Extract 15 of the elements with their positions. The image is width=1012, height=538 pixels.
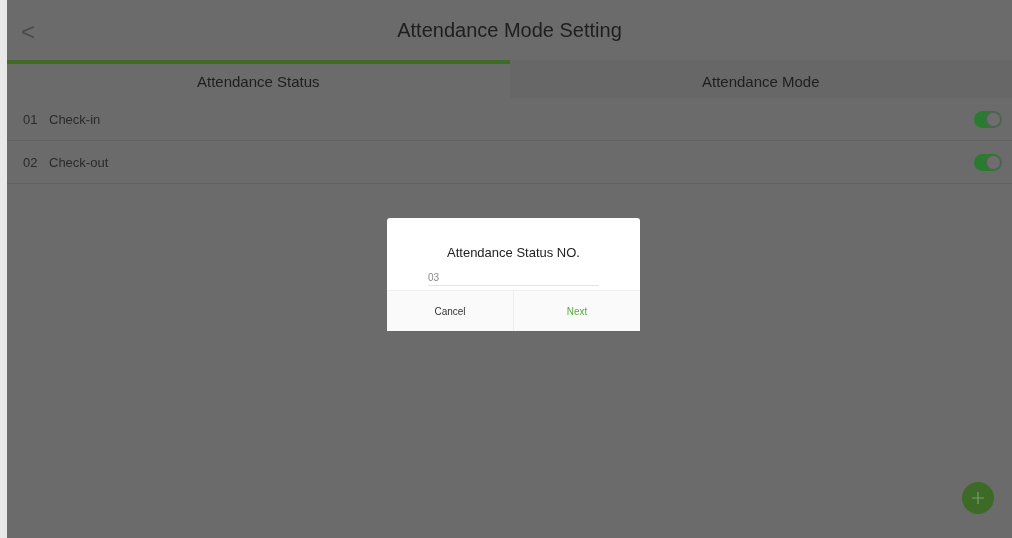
status-number: 02: [23, 154, 39, 170]
status-name: Check-out: [49, 154, 110, 170]
status-number: 01: [23, 111, 39, 127]
input-field[interactable]: 03: [428, 270, 599, 286]
plus-icon: [972, 492, 984, 504]
cancel-button[interactable]: Cancel: [387, 291, 513, 331]
dialog-title: Attendance Status NO.: [446, 245, 581, 260]
tab[interactable]: Attendance Mode: [509, 60, 1012, 98]
toggle-switch[interactable]: [974, 110, 1002, 128]
back-button[interactable]: <: [21, 18, 35, 46]
status-name: Check-in: [49, 111, 102, 127]
page-title: Attendance Mode Setting: [397, 18, 622, 42]
toggle-switch[interactable]: [974, 153, 1002, 171]
next-button[interactable]: Next: [513, 291, 640, 331]
add-button[interactable]: [962, 482, 994, 514]
